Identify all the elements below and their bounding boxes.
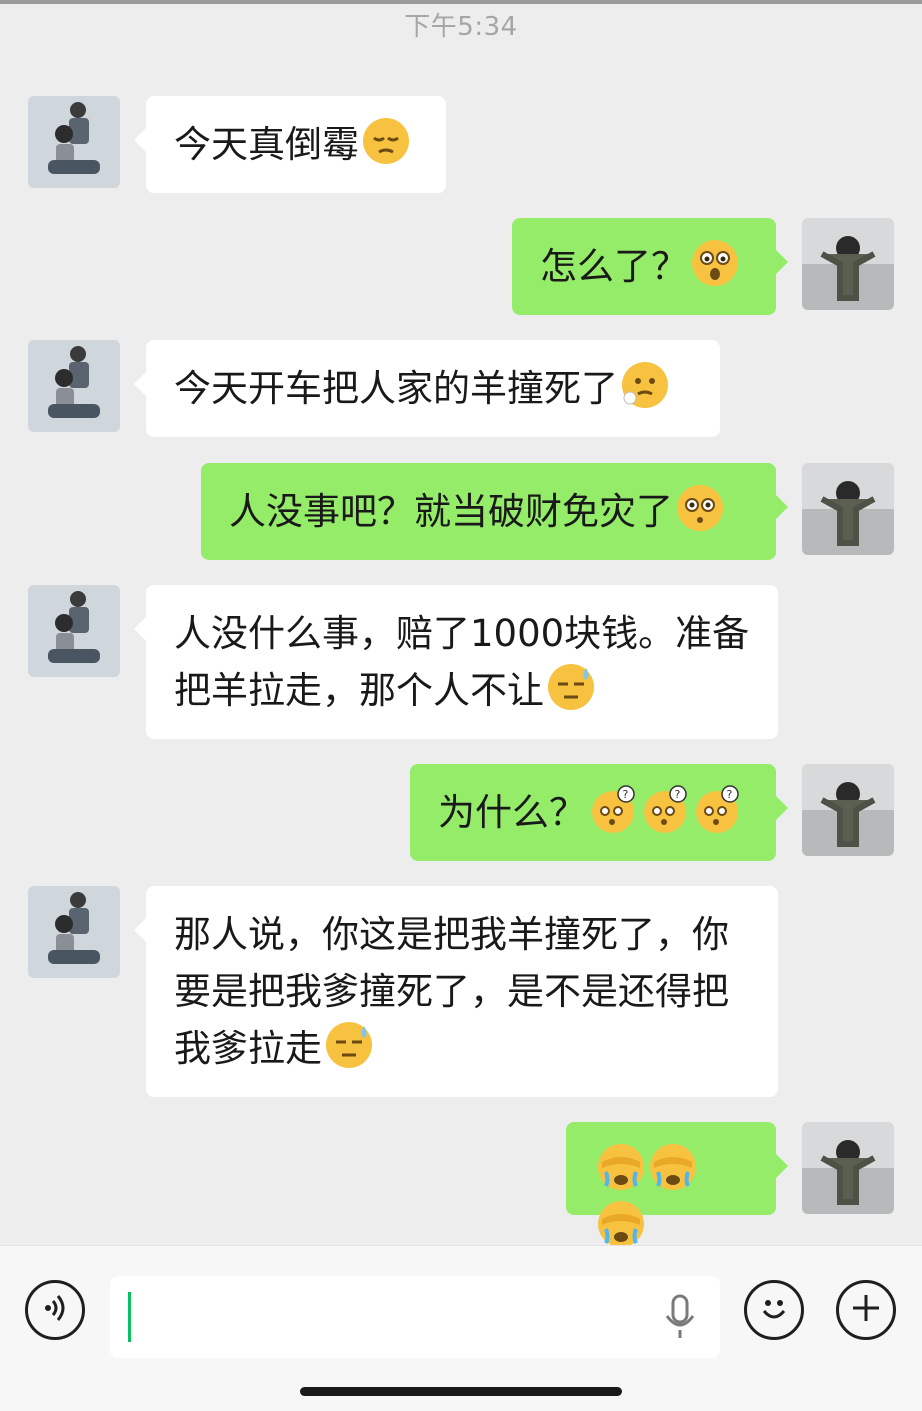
sweat-emoji-icon — [546, 662, 596, 712]
emoji-button[interactable] — [744, 1280, 804, 1340]
message-bubble[interactable]: 人没什么事，赔了1000块钱。准备把羊拉走，那个人不让 — [134, 585, 778, 739]
smiley-icon — [757, 1291, 791, 1329]
shocked-emoji-icon — [690, 238, 740, 288]
sweat-emoji-icon — [324, 1020, 374, 1070]
message-text: 怎么了？ — [540, 245, 688, 288]
message-text: 今天真倒霉 — [174, 123, 359, 166]
microphone-icon[interactable] — [662, 1294, 698, 1342]
avatar-other[interactable] — [28, 96, 120, 188]
avatar-self[interactable] — [802, 463, 894, 555]
message-text: 今天开车把人家的羊撞死了 — [174, 367, 618, 410]
svg-text:?: ? — [727, 788, 733, 801]
plus-icon — [849, 1291, 883, 1329]
message-text: 那人说，你这是把我羊撞死了，你要是把我爹撞死了，是不是还得把我爹拉走 — [174, 913, 729, 1070]
message-text: 人没什么事，赔了1000块钱。准备把羊拉走，那个人不让 — [174, 612, 750, 712]
timestamp: 下午5:34 — [404, 12, 518, 42]
more-options-button[interactable] — [836, 1280, 896, 1340]
sigh-emoji-icon — [620, 360, 670, 410]
message-bubble[interactable]: 今天真倒霉 — [134, 96, 446, 193]
message-text: 为什么？ — [438, 791, 586, 834]
message-bubble[interactable]: 人没事吧？就当破财免灾了 — [201, 463, 788, 560]
avatar-other[interactable] — [28, 886, 120, 978]
message-input[interactable] — [110, 1276, 720, 1358]
message-bubble[interactable]: 那人说，你这是把我羊撞死了，你要是把我爹撞死了，是不是还得把我爹拉走 — [134, 886, 778, 1097]
confused-emoji-icon: ? — [692, 784, 742, 834]
top-edge — [0, 0, 922, 4]
avatar-other[interactable] — [28, 585, 120, 677]
home-indicator[interactable] — [300, 1387, 622, 1396]
svg-text:?: ? — [623, 788, 629, 801]
pensive-emoji-icon — [361, 116, 411, 166]
message-bubble[interactable]: 怎么了？ — [512, 218, 788, 315]
message-text: 人没事吧？就当破财免灾了 — [229, 490, 673, 533]
confused-emoji-icon: ? — [588, 784, 638, 834]
voice-wave-icon — [38, 1291, 72, 1329]
avatar-self[interactable] — [802, 218, 894, 310]
message-bubble[interactable]: 为什么？??? — [410, 764, 788, 861]
message-bubble[interactable] — [566, 1122, 788, 1247]
svg-text:?: ? — [675, 788, 681, 801]
text-cursor — [128, 1292, 131, 1342]
message-bubble[interactable]: 今天开车把人家的羊撞死了 — [134, 340, 720, 437]
facepalm-cry-emoji-icon — [596, 1199, 646, 1249]
confused-emoji-icon: ? — [640, 784, 690, 834]
avatar-self[interactable] — [802, 764, 894, 856]
avatar-other[interactable] — [28, 340, 120, 432]
wide-eyed-emoji-icon — [675, 483, 725, 533]
facepalm-cry-emoji-icon — [596, 1142, 646, 1192]
facepalm-cry-emoji-icon — [648, 1142, 698, 1192]
avatar-self[interactable] — [802, 1122, 894, 1214]
voice-mode-button[interactable] — [25, 1280, 85, 1340]
